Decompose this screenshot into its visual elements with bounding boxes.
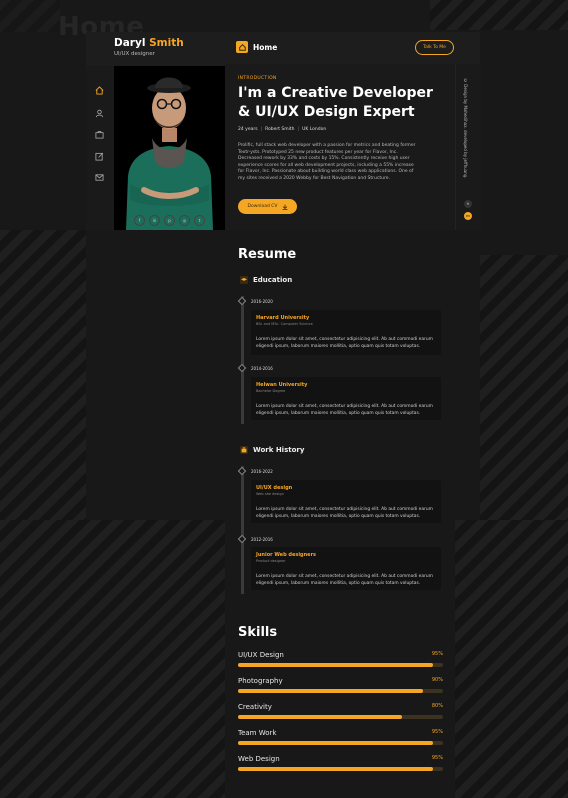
timeline-marker bbox=[237, 363, 247, 373]
company: Web site design bbox=[256, 492, 284, 496]
lang-en-button[interactable]: en bbox=[464, 212, 472, 220]
introduction-section: INTRODUCTION I'm a Creative Developer & … bbox=[225, 64, 455, 230]
user-icon[interactable] bbox=[95, 109, 104, 118]
skill-progress-track bbox=[238, 689, 443, 693]
profile-role: UI/UX designer bbox=[114, 51, 155, 57]
card-description: Lorem ipsum dolor sit amet, consectetur … bbox=[256, 507, 433, 519]
bg-stripes-bottom-right bbox=[455, 520, 568, 798]
skill-progress-fill bbox=[238, 767, 433, 771]
work-timeline bbox=[241, 466, 244, 594]
bg-stripes-right bbox=[480, 255, 568, 520]
skill-progress-fill bbox=[238, 741, 433, 745]
intro-meta: 24 years | Robert Smith | UK London bbox=[238, 127, 327, 132]
home-badge-icon bbox=[236, 41, 248, 53]
right-rail: © Design by Mahedihax. developed by jeff… bbox=[455, 64, 481, 230]
card-description: Lorem ipsum dolor sit amet, consectetur … bbox=[256, 404, 433, 416]
skill-percent: 80% bbox=[431, 703, 443, 709]
skill-name: Creativity bbox=[238, 703, 272, 711]
briefcase-icon[interactable] bbox=[95, 130, 104, 139]
school-name: Helwan University bbox=[256, 382, 308, 388]
facebook-icon[interactable]: f bbox=[134, 215, 145, 226]
education-years-2: 2014-2016 bbox=[251, 366, 273, 371]
education-years-1: 2016-2020 bbox=[251, 299, 273, 304]
bg-stripes-left bbox=[0, 230, 86, 520]
work-years-2: 2012-2016 bbox=[251, 537, 273, 542]
card-description: Lorem ipsum dolor sit amet, consectetur … bbox=[256, 337, 433, 349]
skill-percent: 95% bbox=[431, 729, 443, 735]
skill-progress-track bbox=[238, 663, 443, 667]
intro-bio: Prolific, full stack web developer with … bbox=[238, 143, 416, 181]
timeline-marker bbox=[237, 296, 247, 306]
education-timeline bbox=[241, 296, 244, 424]
bg-stripes-bottom-left bbox=[0, 520, 225, 798]
skill-name: Web Design bbox=[238, 755, 280, 763]
skill-name: Team Work bbox=[238, 729, 277, 737]
bg-stripes-top-left bbox=[0, 0, 60, 32]
location: UK London bbox=[302, 127, 327, 132]
side-nav bbox=[86, 66, 115, 230]
education-icon bbox=[240, 276, 248, 284]
school-name: Harvard University bbox=[256, 315, 310, 321]
last-name: Smith bbox=[149, 37, 184, 49]
skill-progress-fill bbox=[238, 663, 433, 667]
skill-progress-track bbox=[238, 741, 443, 745]
degree: BSc and MSc. Computer Science bbox=[256, 322, 313, 326]
first-name: Daryl bbox=[114, 37, 146, 49]
education-heading: Education bbox=[240, 276, 292, 284]
full-name: Robert Smith bbox=[265, 127, 295, 132]
skill-name: Photography bbox=[238, 677, 283, 685]
skill-name: UI/UX Design bbox=[238, 651, 284, 659]
age: 24 years bbox=[238, 127, 258, 132]
work-card-1: UI/UX design Web site design Lorem ipsum… bbox=[251, 480, 441, 523]
skills-title: Skills bbox=[238, 625, 278, 640]
page-title: Home bbox=[253, 43, 278, 52]
linkedin-icon[interactable]: in bbox=[149, 215, 160, 226]
twitter-icon[interactable]: t bbox=[194, 215, 205, 226]
skill-progress-track bbox=[238, 715, 443, 719]
intro-eyebrow: INTRODUCTION bbox=[238, 76, 277, 81]
skill-percent: 95% bbox=[431, 755, 443, 761]
credit-text: © Design by Mahedihax. developed by jeff… bbox=[463, 78, 468, 179]
degree: Bachelor Degree bbox=[256, 389, 286, 393]
edit-icon[interactable] bbox=[95, 152, 104, 161]
bg-stripes-top-right bbox=[430, 0, 568, 30]
education-heading-label: Education bbox=[253, 276, 293, 284]
job-title: Junior Web designers bbox=[256, 552, 317, 558]
resume-title: Resume bbox=[238, 247, 297, 262]
work-history-heading: Work History bbox=[240, 446, 304, 454]
work-years-1: 2016-2022 bbox=[251, 469, 273, 474]
education-card-1: Harvard University BSc and MSc. Computer… bbox=[251, 310, 441, 355]
instagram-icon[interactable]: ◎ bbox=[179, 215, 190, 226]
education-card-2: Helwan University Bachelor Degree Lorem … bbox=[251, 377, 441, 420]
skill-percent: 95% bbox=[431, 651, 443, 657]
top-bar: Home Talk To Me bbox=[225, 32, 480, 65]
download-cv-label: Download CV bbox=[247, 204, 278, 209]
social-links: f in p ◎ t bbox=[114, 215, 225, 226]
home-icon[interactable] bbox=[95, 86, 104, 95]
pinterest-icon[interactable]: p bbox=[164, 215, 175, 226]
skill-progress-fill bbox=[238, 689, 423, 693]
timeline-marker bbox=[237, 534, 247, 544]
company: Product designer bbox=[256, 559, 286, 563]
skill-progress-fill bbox=[238, 715, 402, 719]
download-cv-button[interactable]: Download CV bbox=[238, 199, 297, 214]
profile-photo: f in p ◎ t bbox=[114, 66, 225, 230]
card-description: Lorem ipsum dolor sit amet, consectetur … bbox=[256, 574, 433, 586]
work-history-heading-label: Work History bbox=[253, 446, 305, 454]
lang-fr-button[interactable]: fr bbox=[464, 200, 472, 208]
profile-name: Daryl Smith bbox=[114, 37, 184, 49]
work-card-2: Junior Web designers Product designer Lo… bbox=[251, 547, 441, 590]
job-title: UI/UX design bbox=[256, 485, 293, 491]
skill-percent: 90% bbox=[431, 677, 443, 683]
download-icon bbox=[282, 204, 287, 210]
profile-header: Daryl Smith UI/UX designer bbox=[86, 32, 225, 67]
skill-progress-track bbox=[238, 767, 443, 771]
mail-icon[interactable] bbox=[95, 173, 104, 182]
timeline-marker bbox=[237, 466, 247, 476]
portrait-illustration bbox=[114, 66, 225, 230]
work-history-icon bbox=[240, 446, 248, 454]
talk-to-me-button[interactable]: Talk To Me bbox=[415, 40, 454, 55]
intro-headline: I'm a Creative Developer & UI/UX Design … bbox=[238, 85, 433, 120]
